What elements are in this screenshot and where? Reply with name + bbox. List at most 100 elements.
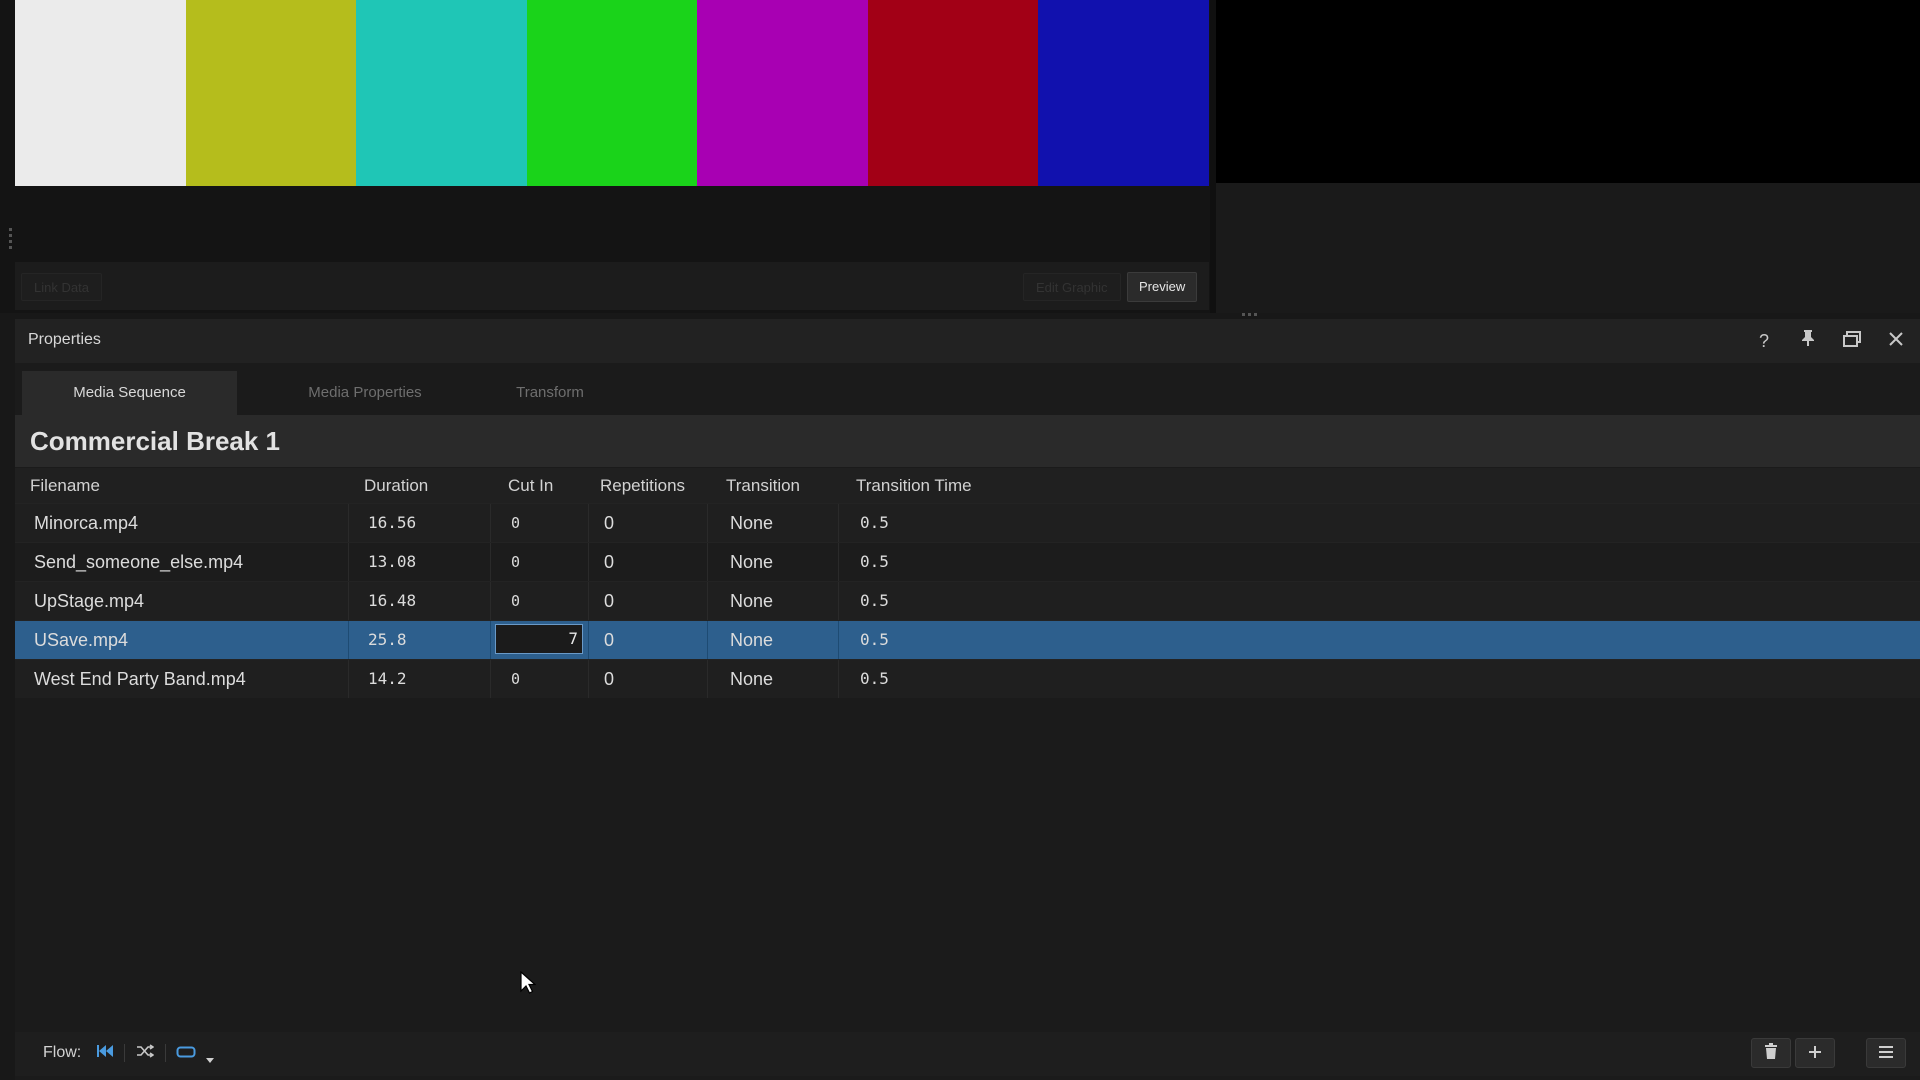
sequence-title-bar: Commercial Break 1 (15, 415, 1920, 467)
cell-repetitions[interactable]: 0 (604, 582, 614, 620)
table-row[interactable]: Minorca.mp4 16.56 0 0 None 0.5 (15, 503, 1920, 542)
cell-cut-in[interactable]: 0 (511, 504, 520, 542)
column-separator (707, 621, 708, 659)
properties-panel: Properties ? Media Sequence Media Proper… (15, 319, 1920, 1080)
cell-filename[interactable]: Minorca.mp4 (34, 504, 138, 542)
close-icon[interactable] (1884, 329, 1908, 353)
secondary-preview-panel (1216, 0, 1920, 313)
tab-media-sequence[interactable]: Media Sequence (22, 371, 237, 415)
cell-transition-time[interactable]: 0.5 (860, 582, 889, 620)
table-row[interactable]: USave.mp4 25.8 7 0 None 0.5 (15, 620, 1920, 659)
column-separator (588, 660, 589, 698)
cell-transition[interactable]: None (730, 543, 773, 581)
column-separator (490, 504, 491, 542)
flow-separator (165, 1044, 166, 1062)
column-separator (490, 621, 491, 659)
loop-icon[interactable] (173, 1040, 199, 1066)
sequence-title: Commercial Break 1 (30, 426, 281, 456)
cell-repetitions[interactable]: 0 (604, 621, 614, 659)
cell-repetitions[interactable]: 0 (604, 504, 614, 542)
column-separator (588, 504, 589, 542)
help-icon[interactable]: ? (1752, 329, 1776, 353)
menu-icon (1879, 1046, 1893, 1058)
cell-cut-in[interactable]: 0 (511, 543, 520, 581)
column-separator (838, 504, 839, 542)
cell-duration[interactable]: 16.56 (368, 504, 416, 542)
preview-button[interactable]: Preview (1127, 272, 1198, 302)
mouse-cursor (520, 970, 537, 1000)
cell-transition[interactable]: None (730, 504, 773, 542)
cell-filename[interactable]: West End Party Band.mp4 (34, 660, 246, 698)
color-bar (867, 0, 1039, 186)
cell-filename[interactable]: USave.mp4 (34, 621, 128, 659)
media-sequence-table: Filename Duration Cut In Repetitions Tra… (15, 468, 1920, 698)
table-row[interactable]: UpStage.mp4 16.48 0 0 None 0.5 (15, 581, 1920, 620)
cell-transition-time[interactable]: 0.5 (860, 660, 889, 698)
column-separator (707, 504, 708, 542)
color-bar (526, 0, 698, 186)
column-separator (348, 660, 349, 698)
cell-transition-time[interactable]: 0.5 (860, 621, 889, 659)
horizontal-splitter-grip[interactable] (1242, 313, 1258, 316)
column-separator (588, 582, 589, 620)
column-separator (707, 543, 708, 581)
cell-duration[interactable]: 25.8 (368, 621, 407, 659)
column-separator (588, 621, 589, 659)
cell-filename[interactable]: Send_someone_else.mp4 (34, 543, 243, 581)
column-header-repetitions[interactable]: Repetitions (600, 476, 685, 496)
cell-transition[interactable]: None (730, 582, 773, 620)
cell-duration[interactable]: 16.48 (368, 582, 416, 620)
flow-label: Flow: (43, 1044, 82, 1061)
column-separator (838, 660, 839, 698)
color-bar (15, 0, 186, 186)
cell-filename[interactable]: UpStage.mp4 (34, 582, 144, 620)
cell-duration[interactable]: 14.2 (368, 660, 407, 698)
cell-repetitions[interactable]: 0 (604, 660, 614, 698)
table-row[interactable]: West End Party Band.mp4 14.2 0 0 None 0.5 (15, 659, 1920, 698)
column-header-transition[interactable]: Transition (726, 476, 800, 496)
column-separator (490, 582, 491, 620)
shuffle-icon[interactable] (133, 1040, 157, 1066)
edit-graphic-button[interactable]: Edit Graphic (1023, 273, 1121, 301)
trash-icon (1765, 1043, 1777, 1059)
column-separator (707, 582, 708, 620)
cell-transition-time[interactable]: 0.5 (860, 504, 889, 542)
color-bar (697, 0, 868, 186)
preview-toolbar: Link Data Edit Graphic Preview (15, 262, 1209, 310)
cell-cut-in[interactable]: 0 (511, 582, 520, 620)
skip-to-start-icon[interactable] (93, 1040, 117, 1066)
cell-duration[interactable]: 13.08 (368, 543, 416, 581)
column-header-transition-time[interactable]: Transition Time (856, 476, 972, 496)
float-window-icon[interactable] (1840, 329, 1864, 353)
table-header: Filename Duration Cut In Repetitions Tra… (15, 468, 1920, 503)
table-body: Minorca.mp4 16.56 0 0 None 0.5 Send_someone_el… (15, 503, 1920, 698)
column-separator (707, 660, 708, 698)
flow-separator (124, 1044, 125, 1062)
column-separator (348, 621, 349, 659)
column-separator (348, 504, 349, 542)
column-header-duration[interactable]: Duration (364, 476, 428, 496)
pin-icon[interactable] (1796, 329, 1820, 353)
cell-transition-time[interactable]: 0.5 (860, 543, 889, 581)
cell-repetitions[interactable]: 0 (604, 543, 614, 581)
column-separator (838, 582, 839, 620)
cell-transition[interactable]: None (730, 621, 773, 659)
link-data-button[interactable]: Link Data (21, 273, 102, 301)
panel-resize-grip[interactable] (9, 228, 12, 250)
black-video-output (1216, 0, 1920, 183)
cell-cut-in[interactable]: 0 (511, 660, 520, 698)
menu-button[interactable] (1866, 1038, 1906, 1068)
cell-transition[interactable]: None (730, 660, 773, 698)
tab-media-properties[interactable]: Media Properties (265, 371, 465, 415)
program-preview-panel: Link Data Edit Graphic Preview (0, 0, 1210, 313)
color-bar (185, 0, 357, 186)
dropdown-arrow-icon[interactable] (203, 1046, 217, 1072)
tab-transform[interactable]: Transform (475, 371, 625, 415)
column-header-cut-in[interactable]: Cut In (508, 476, 553, 496)
table-row[interactable]: Send_someone_else.mp4 13.08 0 0 None 0.5 (15, 542, 1920, 581)
column-header-filename[interactable]: Filename (30, 476, 100, 496)
add-button[interactable] (1795, 1038, 1835, 1068)
column-separator (588, 543, 589, 581)
cut-in-edit-field[interactable]: 7 (495, 624, 583, 654)
delete-button[interactable] (1751, 1038, 1791, 1068)
